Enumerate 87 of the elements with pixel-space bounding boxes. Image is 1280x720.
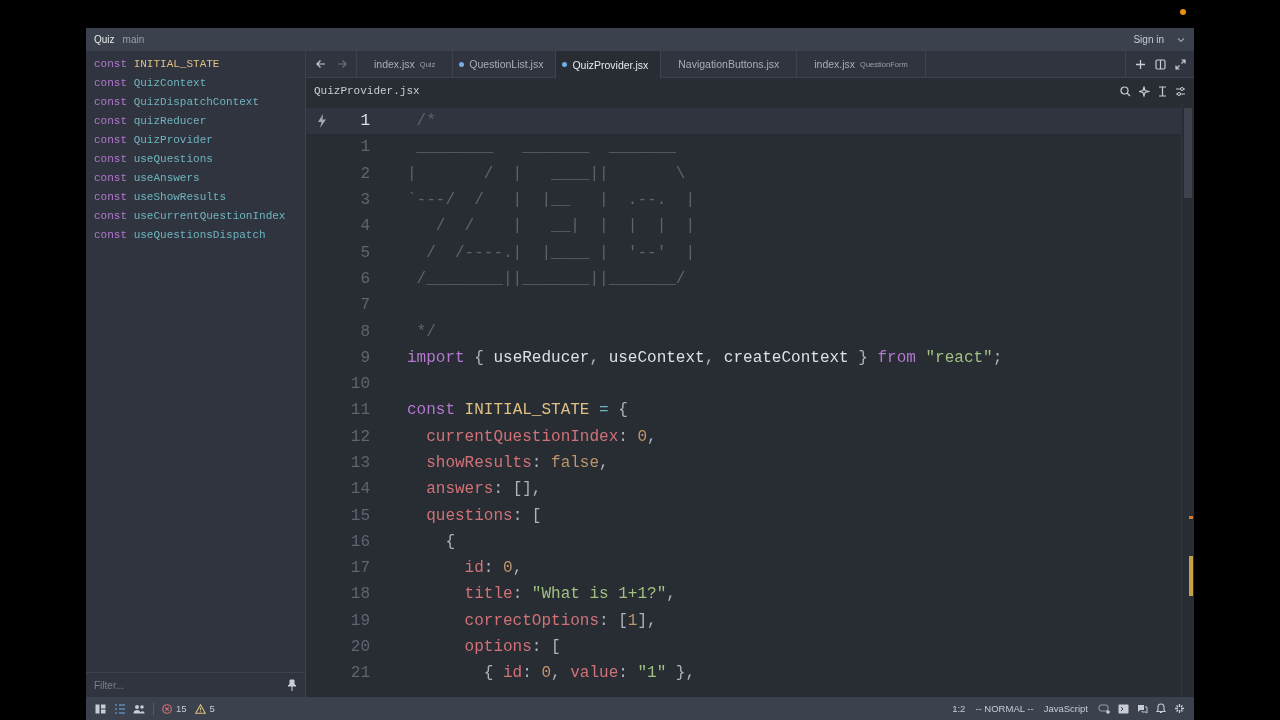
code-line: import { useReducer, useContext, createContext } from "react";	[407, 348, 1003, 367]
code-line: answers: [],	[425, 480, 542, 499]
outline-item[interactable]: const QuizDispatchContext	[86, 93, 305, 112]
code-line: / / | __| | | | |	[434, 217, 696, 236]
code-line: correctOptions: [1],	[463, 611, 657, 630]
forward-arrow-icon[interactable]	[336, 59, 347, 69]
warning-icon[interactable]	[194, 703, 206, 714]
people-icon[interactable]	[133, 703, 145, 714]
scrollbar-marker	[1189, 516, 1193, 519]
outline-item[interactable]: const useCurrentQuestionIndex	[86, 207, 305, 226]
sign-in-button[interactable]: Sign in	[1129, 34, 1168, 45]
line-number: 19	[349, 611, 370, 630]
code-line: ________ _______ _______	[415, 138, 676, 157]
line-number: 7	[359, 296, 370, 315]
warning-count[interactable]: 5	[209, 703, 215, 714]
code-line: showResults: false,	[425, 454, 609, 472]
code-line: options: [	[463, 638, 561, 657]
back-arrow-icon[interactable]	[315, 59, 326, 69]
editor-tab[interactable]: NavigationButtons.jsx	[661, 51, 798, 77]
code-line: title: "What is 1+1?",	[463, 585, 676, 604]
vim-mode: -- NORMAL --	[975, 703, 1034, 714]
panel-icon[interactable]	[95, 703, 106, 714]
branch-name[interactable]: main	[122, 34, 145, 45]
line-number: 4	[359, 217, 370, 236]
expand-icon[interactable]	[1175, 58, 1186, 70]
line-number: 11	[349, 401, 370, 420]
bell-icon[interactable]	[1156, 703, 1166, 714]
line-number: 12	[349, 427, 370, 446]
editor-tab[interactable]: QuizProvider.jsx	[556, 51, 662, 78]
outline-item[interactable]: const useQuestions	[86, 150, 305, 169]
line-number: 14	[349, 480, 370, 499]
code-line: currentQuestionIndex: 0,	[425, 427, 657, 446]
line-number: 20	[349, 638, 370, 657]
code-line: | / | ____|| \	[407, 164, 686, 183]
cursor-position[interactable]: 1:2	[952, 703, 966, 714]
text-cursor-icon[interactable]	[1158, 85, 1167, 97]
code-line: {	[444, 532, 455, 551]
line-number: 16	[349, 532, 370, 551]
line-number: 1	[359, 138, 370, 157]
search-icon[interactable]	[1120, 85, 1131, 97]
sparkle-icon[interactable]	[1174, 703, 1185, 714]
project-name[interactable]: Quiz	[94, 34, 115, 45]
code-line: { id: 0, value: "1" },	[482, 664, 696, 683]
code-line: /*	[415, 112, 436, 131]
line-number: 6	[359, 269, 370, 288]
outline-item[interactable]: const useQuestionsDispatch	[86, 226, 305, 245]
error-count[interactable]: 15	[176, 703, 187, 714]
chat-icon[interactable]	[1137, 703, 1148, 714]
line-number: 17	[349, 559, 370, 578]
outline-item[interactable]: const QuizContext	[86, 74, 305, 93]
scrollbar-marker	[1189, 556, 1193, 596]
outline-item[interactable]: const useShowResults	[86, 188, 305, 207]
split-pane-icon[interactable]	[1155, 58, 1166, 70]
line-number: 9	[359, 348, 370, 367]
scrollbar-thumb[interactable]	[1184, 108, 1192, 198]
code-line: const INITIAL_STATE = {	[407, 401, 628, 420]
sliders-icon[interactable]	[1175, 85, 1186, 97]
outline-item[interactable]: const INITIAL_STATE	[86, 55, 305, 74]
line-number: 21	[349, 664, 370, 683]
code-line: `---/ / | |__ | .--. |	[407, 191, 696, 210]
line-number: 18	[349, 585, 370, 604]
line-number: 10	[349, 375, 370, 394]
line-number: 5	[359, 243, 370, 262]
filter-field[interactable]: Filter...	[92, 678, 281, 692]
breadcrumb[interactable]: QuizProvider.jsx	[314, 85, 420, 97]
error-icon[interactable]	[162, 703, 172, 714]
code-line: */	[415, 322, 436, 341]
language-selector[interactable]: JavaScript	[1043, 703, 1088, 714]
line-number: 15	[349, 506, 370, 525]
plus-icon[interactable]	[1135, 58, 1146, 70]
line-number: 8	[359, 322, 370, 341]
code-line: /________||_______||_______/	[415, 269, 686, 288]
code-line: id: 0,	[463, 559, 523, 578]
status-dot	[1180, 9, 1186, 15]
pin-icon[interactable]	[287, 679, 297, 691]
line-number: 13	[349, 454, 370, 472]
sparkle-icon[interactable]	[1139, 85, 1150, 97]
lightning-icon[interactable]	[317, 114, 327, 129]
line-number: 1	[359, 112, 370, 131]
code-line: questions: [	[425, 506, 542, 525]
line-number: 3	[359, 191, 370, 210]
terminal-icon[interactable]	[1118, 703, 1129, 714]
code-line: / /----.| |____ | '--' |	[425, 243, 696, 262]
line-number: 2	[359, 164, 370, 183]
outline-item[interactable]: const useAnswers	[86, 169, 305, 188]
outline-item[interactable]: const QuizProvider	[86, 131, 305, 150]
outline-item[interactable]: const quizReducer	[86, 112, 305, 131]
